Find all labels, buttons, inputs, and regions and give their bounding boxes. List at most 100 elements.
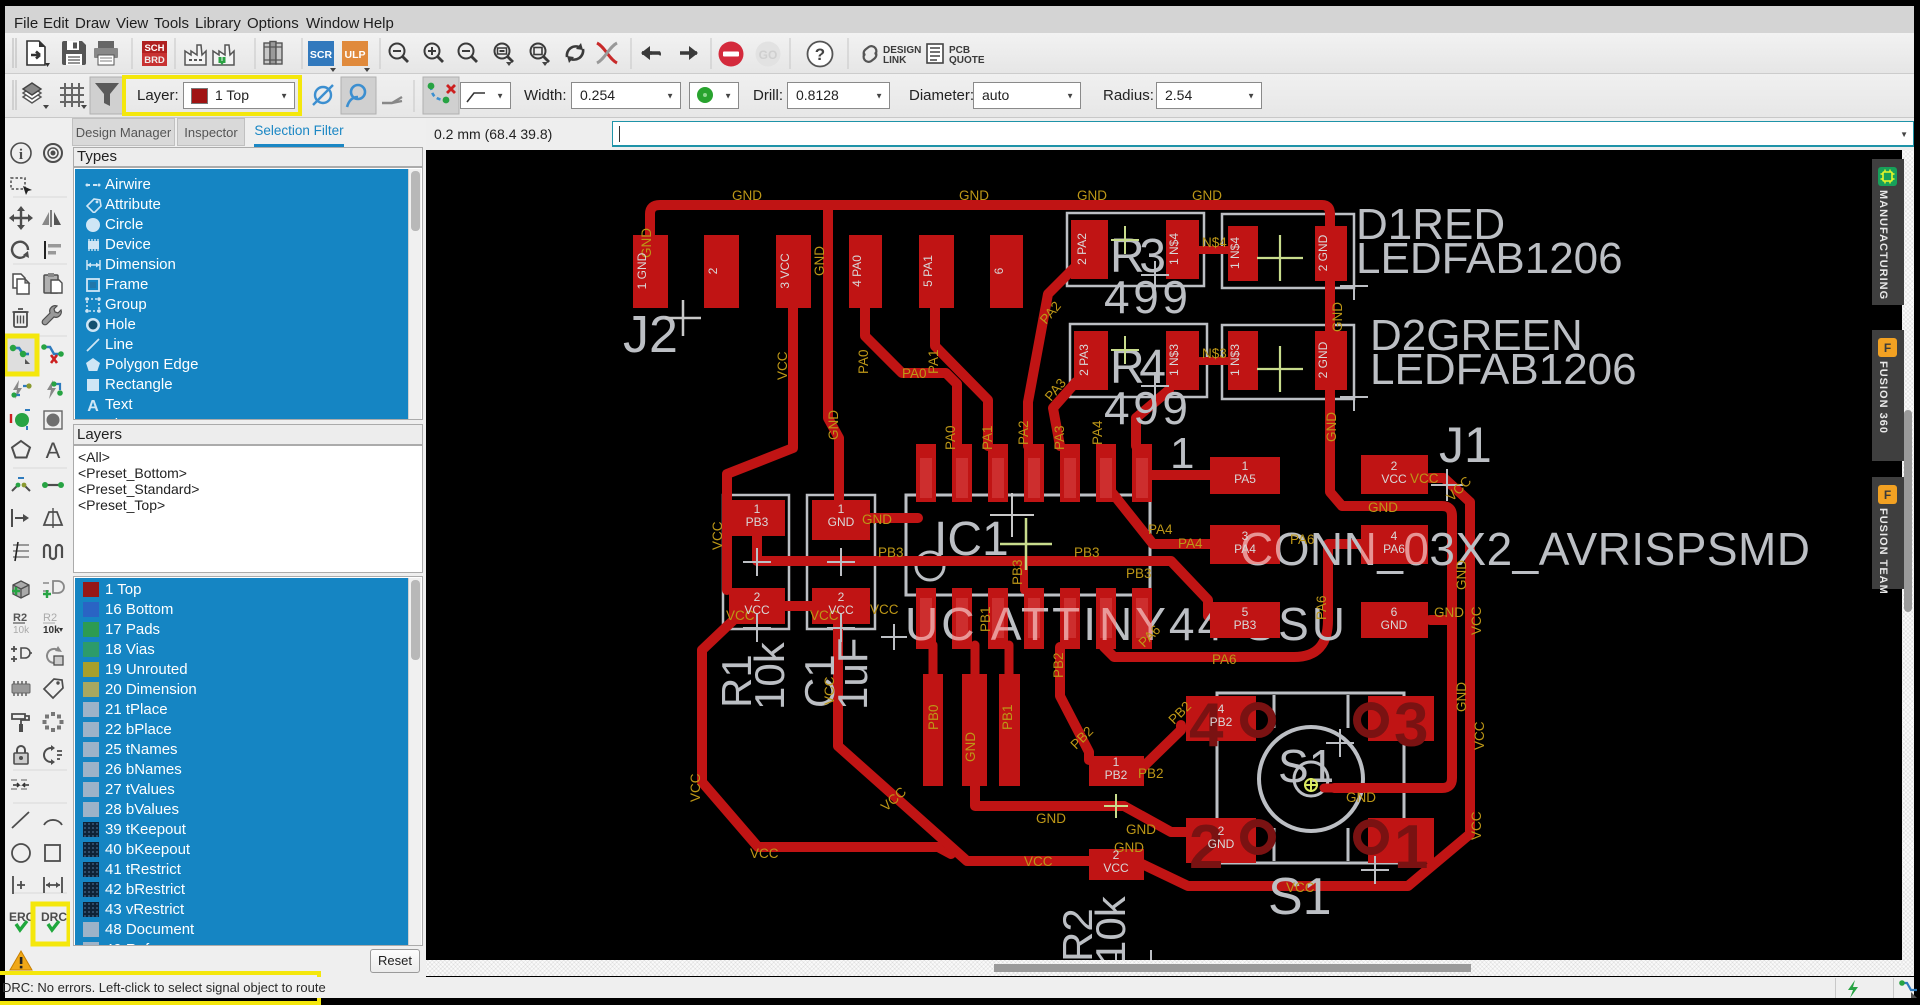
svg-text:VCC: VCC: [828, 603, 854, 617]
svg-text:PB3: PB3: [1074, 545, 1100, 560]
svg-text:GND: GND: [1454, 682, 1469, 712]
svg-text:VCC: VCC: [744, 603, 770, 617]
svg-text:PA3: PA3: [1052, 425, 1067, 450]
svg-text:PA0: PA0: [902, 366, 927, 381]
svg-text:VCC: VCC: [1103, 861, 1129, 875]
svg-text:PB3: PB3: [746, 515, 769, 529]
svg-text:GND: GND: [1330, 302, 1345, 332]
svg-text:PA4: PA4: [1090, 420, 1105, 445]
svg-text:499: 499: [1104, 382, 1188, 434]
svg-text:VCC: VCC: [1286, 880, 1315, 895]
svg-text:2: 2: [838, 590, 845, 604]
svg-text:F: F: [1884, 488, 1891, 502]
svg-text:4 PA0: 4 PA0: [850, 255, 864, 287]
svg-text:PB2: PB2: [1105, 768, 1128, 782]
svg-text:J2: J2: [623, 306, 678, 364]
svg-text:LINK: LINK: [883, 55, 907, 66]
svg-text:PB1: PB1: [978, 606, 993, 632]
svg-text:PA4: PA4: [1234, 542, 1256, 556]
svg-text:2: 2: [1391, 459, 1398, 473]
svg-text:10k: 10k: [13, 625, 30, 636]
svg-text:CONN_03X2_AVRISPSMD: CONN_03X2_AVRISPSMD: [1240, 523, 1810, 575]
svg-text:4: 4: [1218, 702, 1225, 716]
svg-text:VCC: VCC: [750, 846, 779, 861]
svg-text:1: 1: [1394, 813, 1428, 882]
svg-text:PA4: PA4: [1178, 536, 1203, 551]
svg-text:SCH: SCH: [144, 43, 164, 54]
svg-text:1 N$3: 1 N$3: [1228, 344, 1242, 376]
svg-text:6: 6: [1391, 605, 1398, 619]
svg-text:GND: GND: [1077, 188, 1107, 203]
svg-text:PA5: PA5: [1234, 472, 1256, 486]
svg-text:DRC: DRC: [41, 910, 67, 924]
svg-text:2: 2: [706, 267, 720, 274]
svg-text:SCR: SCR: [310, 49, 333, 61]
svg-text:1 GND: 1 GND: [635, 252, 649, 289]
svg-text:PA6: PA6: [1383, 542, 1405, 556]
svg-text:6: 6: [992, 267, 1006, 274]
svg-text:1: 1: [754, 502, 761, 516]
svg-text:PB0: PB0: [926, 704, 941, 730]
svg-text:1: 1: [838, 502, 845, 516]
svg-text:PA1: PA1: [926, 349, 941, 374]
svg-text:VCC: VCC: [870, 602, 899, 617]
svg-text:GND: GND: [1434, 605, 1464, 620]
svg-text:VCC: VCC: [688, 773, 703, 802]
svg-text:GND: GND: [828, 515, 855, 529]
svg-text:GND: GND: [1324, 412, 1339, 442]
svg-text:1 N$4: 1 N$4: [1167, 233, 1181, 265]
svg-text:3 VCC: 3 VCC: [778, 253, 792, 289]
svg-text:PB3: PB3: [1010, 559, 1025, 585]
svg-text:R2: R2: [13, 612, 27, 624]
svg-text:1: 1: [1170, 429, 1194, 478]
svg-text:PA6: PA6: [1212, 652, 1237, 667]
svg-text:VCC: VCC: [822, 676, 837, 705]
svg-text:GND: GND: [1454, 560, 1469, 590]
svg-text:VCC: VCC: [1469, 606, 1484, 635]
svg-text:1: 1: [1113, 755, 1120, 769]
svg-text:LEDFAB1206: LEDFAB1206: [1370, 345, 1637, 394]
svg-text:GND: GND: [963, 732, 978, 762]
svg-text:PB3: PB3: [878, 545, 904, 560]
svg-text:2: 2: [1218, 824, 1225, 838]
svg-text:ULP: ULP: [345, 49, 366, 61]
svg-text:QUOTE: QUOTE: [949, 55, 985, 66]
svg-text:PB3: PB3: [1234, 618, 1257, 632]
svg-text:PA0: PA0: [856, 349, 871, 374]
svg-text:1 N$4: 1 N$4: [1228, 237, 1242, 269]
svg-text:BRD: BRD: [144, 55, 165, 66]
svg-text:5 PA1: 5 PA1: [921, 255, 935, 287]
svg-text:GND: GND: [1368, 500, 1398, 515]
svg-text:VCC: VCC: [1381, 472, 1407, 486]
svg-text:GND: GND: [862, 512, 892, 527]
svg-text:4: 4: [1391, 529, 1398, 543]
svg-text:LEDFAB1206: LEDFAB1206: [1356, 234, 1623, 283]
svg-text:10k: 10k: [746, 641, 793, 710]
svg-text:PB2: PB2: [1051, 652, 1066, 678]
svg-text:GND: GND: [1346, 790, 1376, 805]
svg-text:3: 3: [1242, 529, 1249, 543]
svg-text:S1: S1: [1268, 868, 1332, 926]
svg-text:GND: GND: [959, 188, 989, 203]
svg-text:A: A: [87, 398, 99, 413]
svg-text:VCC: VCC: [1024, 854, 1053, 869]
svg-text:VCC: VCC: [1469, 811, 1484, 840]
svg-text:499: 499: [1104, 271, 1188, 323]
svg-text:1: 1: [1242, 459, 1249, 473]
svg-text:PA4: PA4: [1148, 522, 1173, 537]
svg-text:2 PA3: 2 PA3: [1077, 344, 1091, 376]
svg-text:N$4: N$4: [1202, 235, 1227, 250]
svg-text:PB2: PB2: [1210, 715, 1233, 729]
svg-text:GND: GND: [1381, 618, 1408, 632]
svg-text:PA6: PA6: [1314, 595, 1329, 620]
svg-text:PA1: PA1: [980, 425, 995, 450]
svg-text:GND: GND: [1208, 837, 1235, 851]
svg-text:PB1: PB1: [1000, 704, 1015, 730]
svg-text:IC1: IC1: [934, 513, 1009, 566]
svg-text:2 GND: 2 GND: [1316, 234, 1330, 271]
svg-text:VCC: VCC: [775, 351, 790, 380]
svg-text:GND: GND: [812, 246, 827, 276]
svg-text:GND: GND: [1036, 811, 1066, 826]
svg-text:1 N$3: 1 N$3: [1167, 344, 1181, 376]
svg-text:GND: GND: [1192, 188, 1222, 203]
